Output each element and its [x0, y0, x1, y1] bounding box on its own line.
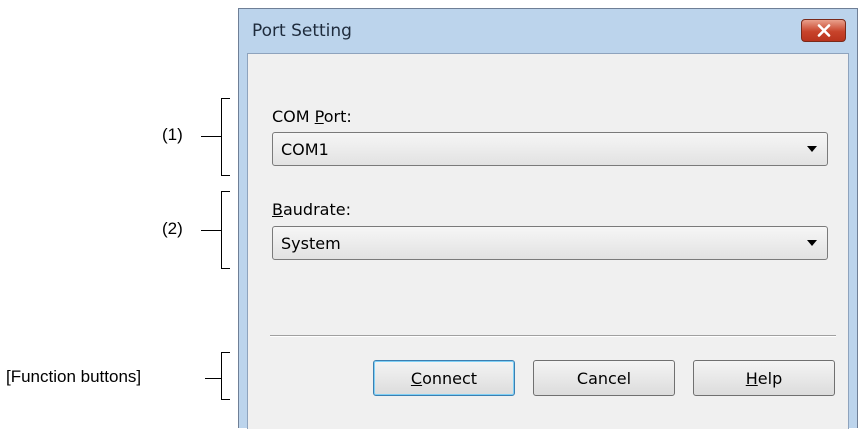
com-port-combobox[interactable]: COM1 — [272, 132, 828, 166]
callout-tick-2 — [201, 230, 221, 231]
connect-button[interactable]: Connect — [373, 360, 515, 396]
callout-label-2: (2) — [162, 219, 183, 238]
callout-label-1: (1) — [162, 125, 183, 144]
baudrate-combobox[interactable]: System — [272, 226, 828, 260]
callout-tick-1 — [201, 136, 221, 137]
callout-bracket-1 — [221, 98, 230, 176]
help-button-accel: H — [745, 368, 758, 388]
port-setting-dialog: Port Setting COM Port: COM1 Baudrate: Sy… — [238, 8, 858, 429]
chevron-down-icon — [807, 146, 817, 152]
connect-button-label: onnect — [422, 368, 478, 388]
com-port-label: COM Port: — [272, 107, 352, 126]
title-bar[interactable]: Port Setting — [239, 9, 857, 53]
dialog-client-area: COM Port: COM1 Baudrate: System Connect … — [247, 53, 849, 429]
callout-bracket-3 — [221, 352, 230, 400]
com-port-value: COM1 — [281, 140, 329, 159]
separator-line — [270, 335, 836, 337]
baudrate-value: System — [281, 234, 341, 253]
com-port-label-rest: ort: — [323, 107, 352, 126]
callout-bracket-2 — [221, 191, 230, 269]
baudrate-label-accel: B — [272, 200, 283, 219]
callout-label-function-buttons: [Function buttons] — [6, 367, 142, 386]
callout-tick-3 — [205, 378, 221, 379]
chevron-down-icon — [807, 240, 817, 246]
close-button[interactable] — [801, 19, 846, 42]
help-button-label: elp — [757, 368, 783, 388]
connect-button-accel: C — [410, 368, 423, 388]
com-port-label-accel: P — [314, 107, 324, 126]
dialog-title: Port Setting — [252, 21, 352, 41]
com-port-label-prefix: COM — [272, 107, 315, 126]
help-button[interactable]: Help — [693, 360, 835, 396]
baudrate-label: Baudrate: — [272, 200, 351, 219]
baudrate-label-rest: audrate: — [282, 200, 351, 219]
close-x-icon — [817, 24, 831, 37]
cancel-button-label: Cancel — [576, 368, 632, 388]
cancel-button[interactable]: Cancel — [533, 360, 675, 396]
